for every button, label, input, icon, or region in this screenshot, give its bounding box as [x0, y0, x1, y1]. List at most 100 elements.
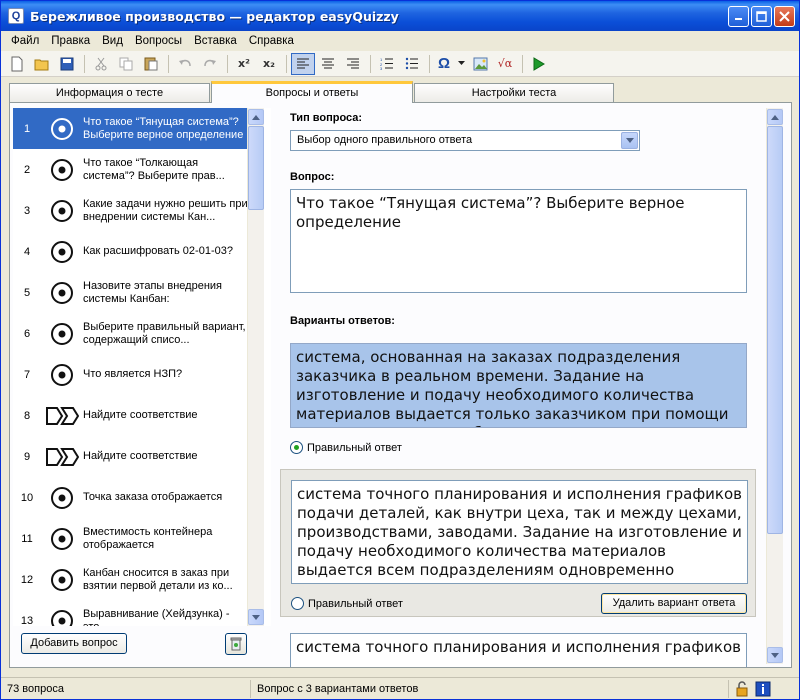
question-list-item[interactable]: 6 Выберите правильный вариант, содержащий… [13, 313, 250, 354]
scroll-thumb[interactable] [248, 126, 264, 210]
question-title: Вместимость контейнера отображается [83, 525, 213, 551]
tab-questions-answers[interactable]: Вопросы и ответы [211, 81, 413, 103]
editor-scrollbar[interactable] [766, 108, 783, 664]
toolbar-separator [522, 54, 523, 73]
delete-question-button[interactable] [225, 633, 247, 655]
bullet-list-button[interactable] [400, 53, 424, 75]
single-choice-icon [41, 609, 83, 626]
radio-unchecked-icon [291, 597, 304, 610]
question-number: 7 [23, 368, 31, 381]
align-right-button[interactable] [341, 53, 365, 75]
close-button[interactable] [774, 6, 795, 27]
copy-button[interactable] [114, 53, 138, 75]
info-icon[interactable] [755, 681, 771, 697]
correct-answer-radio[interactable]: Правильный ответ [291, 597, 403, 610]
scroll-thumb[interactable] [767, 126, 783, 534]
undo-icon [179, 59, 191, 66]
question-title: Какие задачи нужно решить при внедрении … [83, 197, 248, 223]
question-title: Канбан сносится в заказ при взятии перво… [83, 566, 233, 592]
answer-text-input[interactable]: система точного планирования и исполнени… [290, 633, 747, 667]
align-left-icon [297, 58, 309, 68]
open-file-button[interactable] [30, 53, 54, 75]
title-bar: Q Бережливое производство — редактор eas… [1, 1, 799, 31]
question-list-item[interactable]: 5 Назовите этапы внедрения системы Канбан… [13, 272, 250, 313]
answer-text-input[interactable]: система точного планирования и исполнени… [291, 480, 748, 584]
tab-test-settings[interactable]: Настройки теста [414, 83, 614, 103]
insert-image-button[interactable] [468, 53, 492, 75]
toolbar-separator [227, 54, 228, 73]
question-list[interactable]: 1 Что такое “Тянущая система”? Выберите в… [13, 108, 271, 626]
question-list-item[interactable]: 1 Что такое “Тянущая система”? Выберите в… [13, 108, 250, 149]
question-list-item[interactable]: 3 Какие задачи нужно решить при внедрении… [13, 190, 250, 231]
menu-help[interactable]: Справка [243, 35, 300, 47]
question-list-item[interactable]: 8 Найдите соответствие [13, 395, 250, 436]
tab-strip: Информация о тесте Вопросы и ответы Наст… [9, 81, 791, 103]
single-choice-icon [41, 568, 83, 592]
tab-test-info[interactable]: Информация о тесте [9, 83, 210, 103]
scroll-down-arrow[interactable] [767, 647, 783, 663]
question-list-item[interactable]: 7 Что является НЗП? [13, 354, 250, 395]
align-center-button[interactable] [316, 53, 340, 75]
correct-answer-label: Правильный ответ [307, 441, 402, 454]
menu-file[interactable]: Файл [5, 35, 45, 47]
delete-answer-button[interactable]: Удалить вариант ответа [601, 593, 747, 614]
toolbar-separator [168, 54, 169, 73]
superscript-button[interactable]: x² [232, 53, 256, 75]
question-list-item[interactable]: 13 Выравнивание (Хейдзунка) - это [13, 600, 250, 626]
toolbar-separator [429, 54, 430, 73]
unlock-icon[interactable] [735, 680, 749, 697]
question-text-input[interactable]: Что такое “Тянущая система”? Выберите ве… [290, 189, 747, 293]
align-left-button[interactable] [291, 52, 315, 75]
question-list-scrollbar[interactable] [247, 108, 264, 626]
menu-view[interactable]: Вид [96, 35, 129, 47]
save-button[interactable] [55, 53, 79, 75]
question-type-select[interactable]: Выбор одного правильного ответа [290, 130, 640, 151]
question-list-item[interactable]: 9 Найдите соответствие [13, 436, 250, 477]
question-title: Как расшифровать 02-01-03? [83, 245, 233, 257]
answer-text-input[interactable]: система, основанная на заказах подраздел… [290, 343, 747, 428]
menu-questions[interactable]: Вопросы [129, 35, 188, 47]
run-test-button[interactable] [527, 53, 551, 75]
new-file-button[interactable] [5, 53, 29, 75]
insert-formula-button[interactable]: √α [493, 53, 517, 75]
question-title: Что такое “Тянущая система”? Выберите ве… [83, 115, 244, 141]
add-question-button[interactable]: Добавить вопрос [21, 633, 127, 654]
minimize-button[interactable] [728, 6, 749, 27]
question-list-item[interactable]: 10 Точка заказа отображается [13, 477, 250, 518]
cut-button[interactable] [89, 53, 113, 75]
app-icon[interactable]: Q [8, 8, 24, 24]
paste-icon [144, 57, 158, 71]
undo-button[interactable] [173, 53, 197, 75]
menu-edit[interactable]: Правка [45, 35, 96, 47]
special-char-dropdown[interactable] [455, 53, 467, 75]
question-count: 73 вопроса [1, 679, 251, 698]
question-number: 9 [23, 450, 31, 463]
question-title: Назовите этапы внедрения системы Канбан: [83, 279, 222, 305]
question-list-item[interactable]: 12 Канбан сносится в заказ при взятии пер… [13, 559, 250, 600]
special-char-button[interactable]: Ω [434, 53, 454, 75]
scroll-up-arrow[interactable] [248, 109, 264, 125]
question-number: 8 [23, 409, 31, 422]
question-list-item[interactable]: 11 Вместимость контейнера отображается [13, 518, 250, 559]
close-icon [779, 11, 790, 22]
question-list-item[interactable]: 4 Как расшифровать 02-01-03? [13, 231, 250, 272]
question-number: 3 [23, 204, 31, 217]
scroll-down-arrow[interactable] [248, 609, 264, 625]
numbered-list-button[interactable]: 123 [375, 53, 399, 75]
menu-insert[interactable]: Вставка [188, 35, 243, 47]
question-editor: Тип вопроса: Выбор одного правильного от… [280, 103, 768, 667]
correct-answer-radio[interactable]: Правильный ответ [290, 441, 402, 454]
question-list-item[interactable]: 2 Что такое “Толкающая система”? Выберите… [13, 149, 250, 190]
single-choice-icon [41, 281, 83, 305]
svg-text:3: 3 [380, 66, 383, 70]
maximize-button[interactable] [751, 6, 772, 27]
question-number: 13 [20, 614, 34, 627]
subscript-button[interactable]: x₂ [257, 53, 281, 75]
scroll-up-arrow[interactable] [767, 109, 783, 125]
question-number: 10 [20, 491, 34, 504]
redo-button[interactable] [198, 53, 222, 75]
single-choice-icon [41, 322, 83, 346]
paste-button[interactable] [139, 53, 163, 75]
question-type-dropdown-button[interactable] [621, 132, 638, 149]
align-center-icon [322, 58, 334, 68]
